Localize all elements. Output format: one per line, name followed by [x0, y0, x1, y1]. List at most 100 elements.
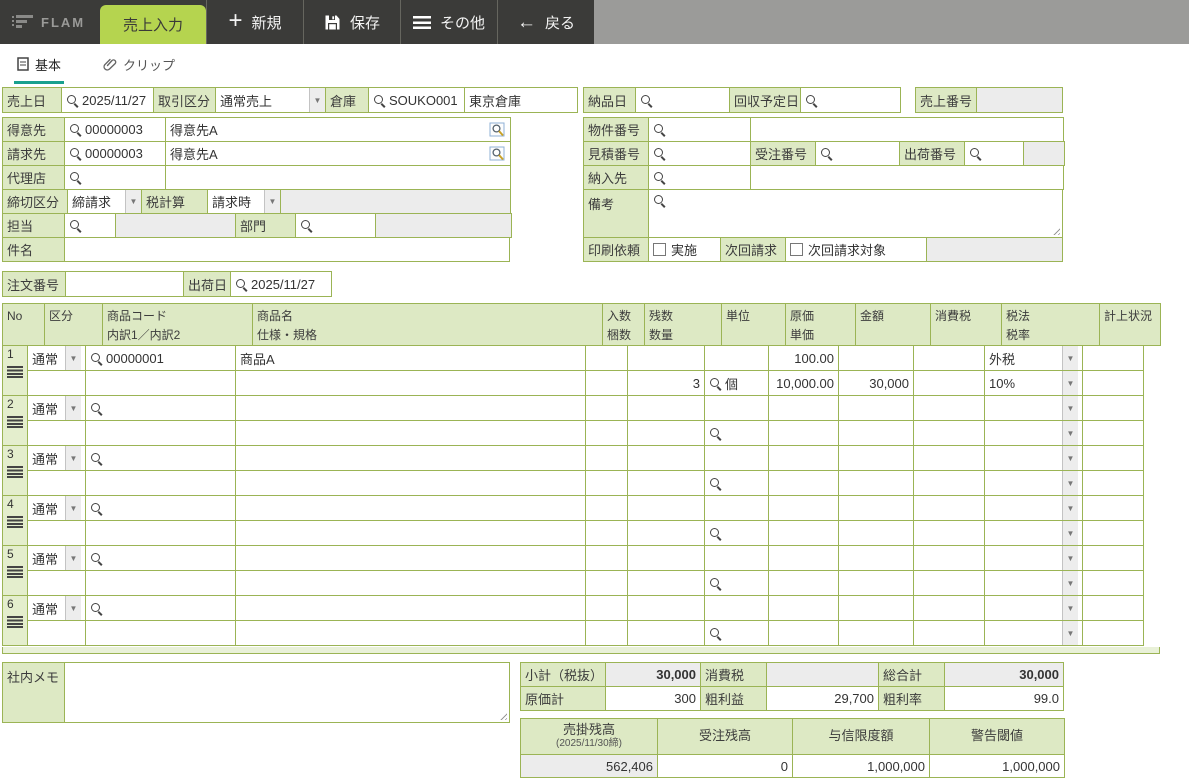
item-kubun-select[interactable]: 通常▼ [27, 445, 86, 471]
item-tax-rate-select[interactable]: ▼ [984, 470, 1083, 496]
order-no-input[interactable] [815, 141, 900, 166]
item-qty-in-input[interactable] [585, 345, 628, 371]
item-name-input[interactable] [235, 495, 586, 521]
item-qty-pack-input[interactable] [585, 470, 628, 496]
internal-memo-textarea[interactable] [64, 662, 510, 723]
customer-code-input[interactable]: 00000003 [64, 117, 166, 142]
agency-code-input[interactable] [64, 165, 166, 190]
item-spec-input[interactable] [235, 370, 586, 396]
sales-date-input[interactable]: 2025/11/27 [61, 87, 154, 113]
quote-no-input[interactable] [648, 141, 751, 166]
item-code-input[interactable] [85, 445, 236, 471]
item-name-input[interactable]: 商品A [235, 345, 586, 371]
warehouse-code-input[interactable]: SOUKO001 [368, 87, 465, 113]
other-button[interactable]: その他 [400, 0, 497, 44]
item-spec-input[interactable] [235, 570, 586, 596]
item-unit-input[interactable] [704, 620, 769, 646]
item-cost-input[interactable] [768, 445, 839, 471]
item-name-input[interactable] [235, 595, 586, 621]
new-button[interactable]: + 新規 [206, 0, 303, 44]
item-qty-input[interactable] [627, 420, 705, 446]
tax-calc-select[interactable]: 請求時 ▼ [207, 189, 281, 214]
row-drag-handle-icon[interactable] [7, 516, 23, 529]
row-drag-handle-icon[interactable] [7, 416, 23, 429]
resize-handle[interactable] [498, 711, 507, 720]
item-qty-in-input[interactable] [585, 445, 628, 471]
item-tax-rate-select[interactable]: ▼ [984, 570, 1083, 596]
item-cost-input[interactable] [768, 545, 839, 571]
item-qty-input[interactable] [627, 570, 705, 596]
property-no-input[interactable] [648, 117, 751, 142]
print-exec-checkbox[interactable]: 実施 [648, 237, 721, 262]
staff-code-input[interactable] [64, 213, 116, 238]
item-spec-input[interactable] [235, 620, 586, 646]
item-kubun-select[interactable]: 通常▼ [27, 395, 86, 421]
delivery-date-input[interactable] [635, 87, 730, 113]
item-code-input[interactable] [85, 495, 236, 521]
item-qty-input[interactable]: 3 [627, 370, 705, 396]
item-spec-input[interactable] [235, 470, 586, 496]
item-qty-input[interactable] [627, 520, 705, 546]
item-unit-input[interactable]: 個 [704, 370, 769, 396]
item-tax-rate-select[interactable]: 10%▼ [984, 370, 1083, 396]
item-unit-input[interactable] [704, 520, 769, 546]
item-qty-pack-input[interactable] [585, 370, 628, 396]
item-qty-in-input[interactable] [585, 495, 628, 521]
item-code-input[interactable] [85, 595, 236, 621]
item-tax-rate-select[interactable]: ▼ [984, 620, 1083, 646]
billing-code-input[interactable]: 00000003 [64, 141, 166, 166]
item-qty-input[interactable] [627, 470, 705, 496]
tab-basic[interactable]: 基本 [14, 44, 64, 84]
item-qty-in-input[interactable] [585, 595, 628, 621]
item-qty-pack-input[interactable] [585, 570, 628, 596]
subject-input[interactable] [64, 237, 510, 262]
row-drag-handle-icon[interactable] [7, 566, 23, 579]
dept-code-input[interactable] [295, 213, 376, 238]
item-code-input[interactable]: 00000001 [85, 345, 236, 371]
ship-no-input[interactable] [964, 141, 1024, 166]
item-code-input[interactable] [85, 545, 236, 571]
closing-type-select[interactable]: 締請求 ▼ [67, 189, 142, 214]
row-drag-handle-icon[interactable] [7, 366, 23, 379]
ship-date-input[interactable]: 2025/11/27 [230, 271, 332, 297]
item-qty-pack-input[interactable] [585, 420, 628, 446]
item-name-input[interactable] [235, 445, 586, 471]
tab-clip[interactable]: クリップ [100, 44, 178, 84]
transaction-type-select[interactable]: 通常売上 ▼ [215, 87, 326, 113]
item-unit-price-input[interactable] [768, 620, 839, 646]
resize-handle[interactable] [1051, 226, 1060, 235]
item-tax-rate-select[interactable]: ▼ [984, 420, 1083, 446]
row-drag-handle-icon[interactable] [7, 616, 23, 629]
item-tax-law-select[interactable]: ▼ [984, 595, 1083, 621]
item-cost-input[interactable] [768, 395, 839, 421]
item-code-input[interactable] [85, 395, 236, 421]
item-spec-input[interactable] [235, 420, 586, 446]
item-unit-price-input[interactable] [768, 420, 839, 446]
item-tax-rate-select[interactable]: ▼ [984, 520, 1083, 546]
back-button[interactable]: ← 戻る [497, 0, 594, 44]
next-billing-checkbox[interactable]: 次回請求対象 [785, 237, 927, 262]
item-name-input[interactable] [235, 545, 586, 571]
item-tax-law-select[interactable]: ▼ [984, 545, 1083, 571]
item-qty-in-input[interactable] [585, 395, 628, 421]
item-qty-in-input[interactable] [585, 545, 628, 571]
row-drag-handle-icon[interactable] [7, 466, 23, 479]
reference-search-icon[interactable] [489, 146, 506, 162]
item-unit-price-input[interactable]: 10,000.00 [768, 370, 839, 396]
app-tab-sales-input[interactable]: 売上入力 [100, 5, 206, 44]
item-qty-input[interactable] [627, 620, 705, 646]
item-unit-price-input[interactable] [768, 520, 839, 546]
item-cost-input[interactable]: 100.00 [768, 345, 839, 371]
item-cost-input[interactable] [768, 595, 839, 621]
item-cost-input[interactable] [768, 495, 839, 521]
item-kubun-select[interactable]: 通常▼ [27, 345, 86, 371]
remarks-textarea[interactable] [648, 189, 1063, 238]
delivery-to-input[interactable] [648, 165, 751, 190]
item-unit-input[interactable] [704, 570, 769, 596]
item-kubun-select[interactable]: 通常▼ [27, 595, 86, 621]
item-tax-law-select[interactable]: ▼ [984, 495, 1083, 521]
item-unit-price-input[interactable] [768, 570, 839, 596]
item-tax-law-select[interactable]: ▼ [984, 395, 1083, 421]
order-number-input[interactable] [65, 271, 184, 297]
item-tax-law-select[interactable]: ▼ [984, 445, 1083, 471]
